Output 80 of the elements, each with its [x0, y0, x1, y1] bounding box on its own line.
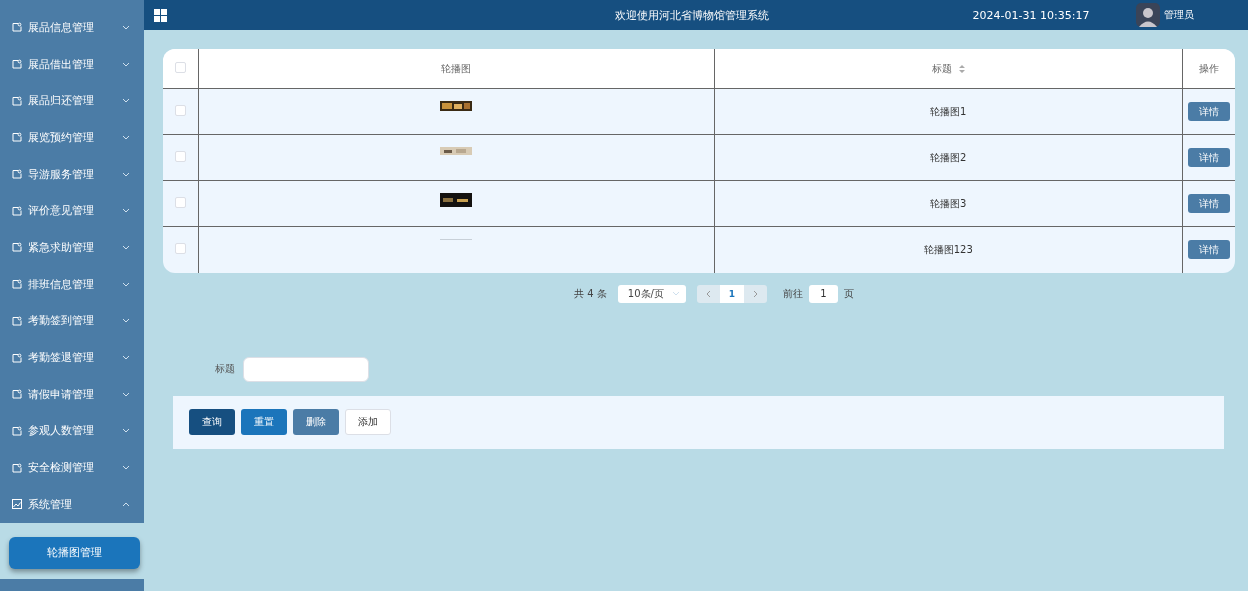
datetime: 2024-01-31 10:35:17 [971, 8, 1091, 22]
sort-icon[interactable] [958, 64, 965, 73]
details-button[interactable]: 详情 [1187, 240, 1230, 260]
page-size-select[interactable]: 10条/页 [617, 284, 686, 303]
row-checkbox[interactable] [175, 197, 186, 208]
details-button[interactable]: 详情 [1187, 102, 1230, 121]
table-cell: 轮播图123 [923, 243, 973, 255]
menu-item[interactable]: 展品归还管理 [0, 82, 144, 120]
menu-item[interactable]: 考勤签到管理 [0, 302, 144, 340]
menu-item[interactable]: 展品信息管理 [0, 9, 144, 46]
table-cell: 轮播图2 [930, 151, 967, 163]
user-name[interactable]: 管理员 [1164, 8, 1194, 22]
tag-icon [12, 242, 22, 253]
grid-icon[interactable] [154, 8, 167, 22]
menu-item[interactable]: 展品借出管理 [0, 45, 144, 83]
tag-icon [12, 315, 22, 326]
tag-icon [12, 425, 22, 436]
chevron-icon [122, 428, 130, 434]
goto-label: 前往 [782, 286, 803, 301]
tag-icon [12, 462, 22, 473]
tag-icon [12, 132, 22, 143]
table-cell: 轮播图3 [930, 197, 967, 209]
chevron-icon [122, 134, 130, 140]
menu-item[interactable]: 系统管理 [0, 485, 144, 523]
tag-icon [12, 169, 22, 180]
submenu-item[interactable]: 轮播图管理 [9, 536, 140, 569]
query-button[interactable]: 查询 [189, 409, 235, 435]
chevron-icon [122, 281, 130, 287]
tag-icon [12, 352, 22, 363]
tag-icon [12, 22, 22, 33]
menu-item[interactable]: 安全检测管理 [0, 449, 144, 486]
chevron-icon [122, 244, 130, 250]
chevron-icon [122, 171, 130, 177]
menu-item[interactable]: 紧急求助管理 [0, 229, 144, 266]
details-button[interactable]: 详情 [1187, 148, 1230, 167]
tag-icon [12, 59, 22, 70]
menu-item[interactable]: 导游服务管理 [0, 155, 144, 193]
chevron-icon [122, 355, 130, 361]
chevron-icon [122, 318, 130, 324]
chevron-icon [671, 291, 680, 296]
chevron-icon [122, 61, 130, 67]
avatar-icon[interactable] [1136, 3, 1160, 27]
field-label: 标题 [215, 362, 235, 376]
tag-icon [12, 205, 22, 216]
chevron-icon [122, 465, 130, 471]
menu-item[interactable]: 考勤签退管理 [0, 339, 144, 376]
chevron-icon [122, 98, 130, 104]
tag-icon [12, 389, 22, 400]
row-checkbox[interactable] [175, 243, 186, 255]
delete-button[interactable]: 删除 [293, 409, 339, 435]
table-cell: 轮播图1 [930, 105, 967, 117]
menu-item[interactable]: 展览预约管理 [0, 119, 144, 156]
tag-icon [12, 279, 22, 290]
page-suffix: 页 [843, 286, 854, 301]
column-header: 轮播图 [441, 62, 472, 74]
row-checkbox[interactable] [175, 105, 186, 116]
chevron-icon [122, 391, 130, 397]
prev-page-icon[interactable] [705, 289, 711, 298]
chevron-icon [122, 501, 130, 507]
chevron-icon [122, 208, 130, 214]
total-count: 共 4 条 [574, 286, 607, 301]
goto-page-field[interactable]: 1 [808, 284, 838, 303]
menu-item[interactable]: 排班信息管理 [0, 265, 144, 303]
select-all-checkbox[interactable] [175, 62, 186, 73]
reset-button[interactable]: 重置 [241, 409, 287, 435]
column-header: 操作 [1198, 62, 1219, 74]
page-button[interactable]: 1 [719, 284, 744, 303]
chevron-icon [122, 24, 130, 30]
image-icon [12, 499, 22, 510]
details-button[interactable]: 详情 [1187, 194, 1230, 213]
menu-item[interactable]: 请假申请管理 [0, 375, 144, 413]
next-page-icon[interactable] [752, 289, 758, 298]
row-checkbox[interactable] [175, 151, 186, 162]
column-header[interactable]: 标题 [931, 62, 952, 74]
menu-item[interactable]: 评价意见管理 [0, 192, 144, 230]
add-button[interactable]: 添加 [345, 409, 391, 435]
menu-item[interactable]: 参观人数管理 [0, 412, 144, 450]
app-title: 欢迎使用河北省博物馆管理系统 [613, 7, 770, 23]
tag-icon [12, 95, 22, 106]
title-search-field[interactable] [243, 356, 369, 382]
